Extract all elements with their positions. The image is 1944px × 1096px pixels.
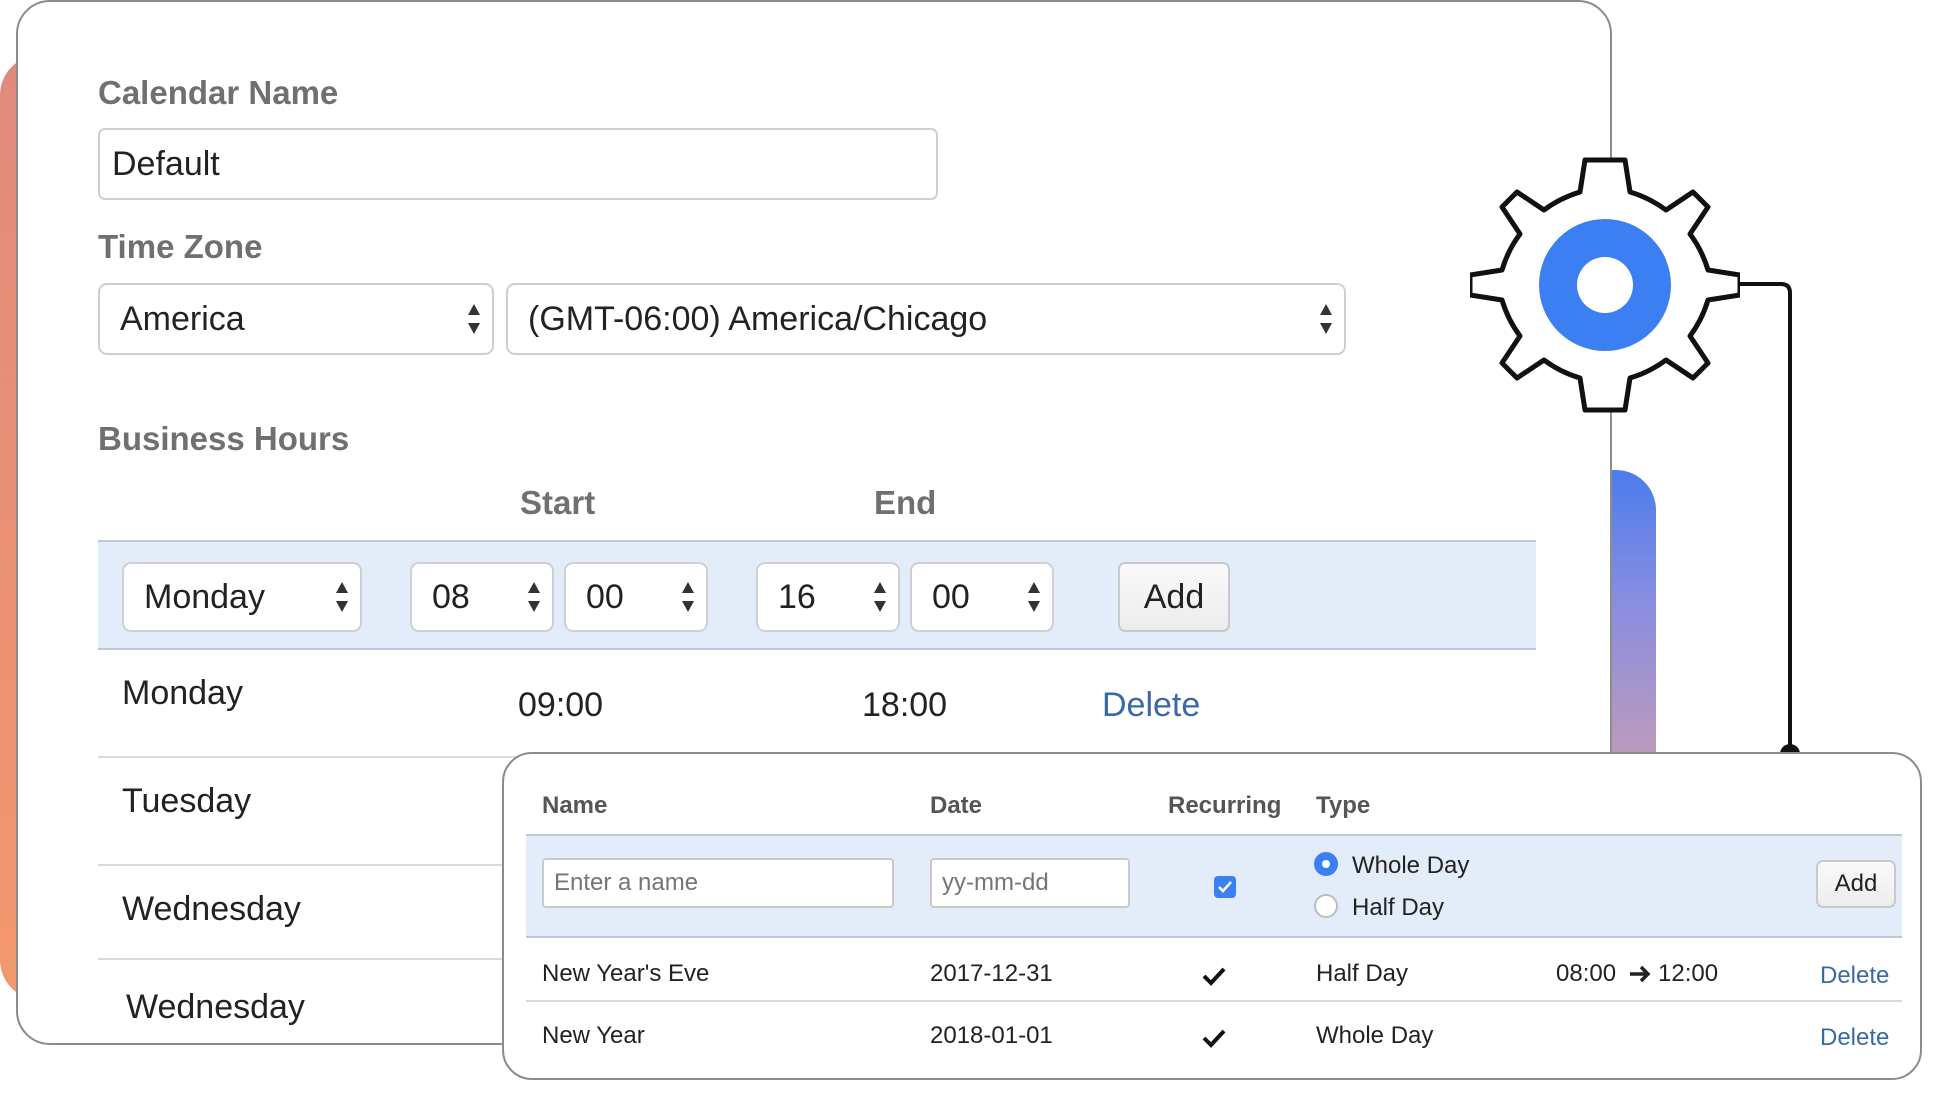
delete-holiday-link[interactable]: Delete	[1820, 962, 1889, 990]
end-hour-select[interactable]: 16	[756, 562, 900, 632]
checkmark-icon	[1218, 881, 1232, 893]
hours-row-day: Wednesday	[126, 988, 305, 1026]
business-hours-new-row: Monday 08 00 16 00 Add	[98, 540, 1536, 650]
date-column-header: Date	[930, 792, 983, 819]
select-arrows-icon	[468, 304, 480, 334]
holiday-date: 2018-01-01	[930, 1022, 1053, 1049]
delete-hours-link[interactable]: Delete	[1102, 686, 1200, 725]
end-minute-select[interactable]: 00	[910, 562, 1054, 632]
holiday-name: New Year's Eve	[542, 960, 710, 987]
end-hour-value: 16	[778, 577, 816, 616]
name-column-header: Name	[542, 792, 608, 819]
hours-row-end: 18:00	[862, 686, 948, 724]
holiday-date-input[interactable]	[930, 858, 1130, 908]
select-arrows-icon	[1028, 582, 1040, 612]
holiday-time-start: 08:00	[1556, 960, 1617, 987]
end-minute-value: 00	[932, 577, 970, 616]
start-hour-value: 08	[432, 577, 470, 616]
select-arrows-icon	[528, 582, 540, 612]
day-select[interactable]: Monday	[122, 562, 362, 632]
hours-row-day: Monday	[122, 674, 243, 712]
holiday-date: 2017-12-31	[930, 960, 1053, 987]
half-day-radio[interactable]	[1314, 894, 1338, 918]
whole-day-label: Whole Day	[1352, 852, 1470, 879]
holidays-panel: Name Date Recurring Type Whole Day Half …	[502, 752, 1922, 1080]
checkmark-icon	[1202, 967, 1226, 986]
holiday-new-row: Whole Day Half Day Add	[526, 834, 1902, 938]
region-select-value: America	[120, 299, 245, 338]
select-arrows-icon	[874, 582, 886, 612]
add-hours-button[interactable]: Add	[1118, 562, 1230, 632]
business-hours-label: Business Hours	[98, 420, 350, 457]
holiday-type: Half Day	[1316, 960, 1409, 987]
arrow-right-icon	[1630, 965, 1651, 983]
recurring-checkbox[interactable]	[1214, 876, 1236, 898]
select-arrows-icon	[682, 582, 694, 612]
type-column-header: Type	[1316, 792, 1371, 819]
start-column-header: Start	[520, 484, 596, 521]
start-minute-value: 00	[586, 577, 624, 616]
time-zone-label: Time Zone	[98, 228, 263, 265]
holiday-name: New Year	[542, 1022, 645, 1049]
hours-row-day: Tuesday	[122, 782, 252, 820]
calendar-name-input[interactable]	[98, 128, 938, 200]
add-holiday-button[interactable]: Add	[1816, 860, 1896, 908]
time-zone-select[interactable]: (GMT-06:00) America/Chicago	[506, 283, 1346, 355]
half-day-label: Half Day	[1352, 894, 1445, 921]
select-arrows-icon	[336, 582, 348, 612]
time-zone-select-value: (GMT-06:00) America/Chicago	[528, 299, 988, 338]
region-select[interactable]: America	[98, 283, 494, 355]
start-hour-select[interactable]: 08	[410, 562, 554, 632]
whole-day-radio[interactable]	[1314, 852, 1338, 876]
delete-holiday-link[interactable]: Delete	[1820, 1024, 1889, 1052]
calendar-name-label: Calendar Name	[98, 74, 339, 111]
row-divider	[526, 1000, 1902, 1002]
holiday-time-end: 12:00	[1658, 960, 1719, 987]
gear-icon	[1470, 157, 1740, 413]
holiday-type: Whole Day	[1316, 1022, 1434, 1049]
select-arrows-icon	[1320, 304, 1332, 334]
checkmark-icon	[1202, 1029, 1226, 1048]
hours-row-start: 09:00	[518, 686, 604, 724]
end-column-header: End	[874, 484, 937, 521]
day-select-value: Monday	[144, 577, 265, 616]
hours-row-day: Wednesday	[122, 890, 301, 928]
start-minute-select[interactable]: 00	[564, 562, 708, 632]
recurring-column-header: Recurring	[1168, 792, 1282, 819]
holiday-name-input[interactable]	[542, 858, 894, 908]
